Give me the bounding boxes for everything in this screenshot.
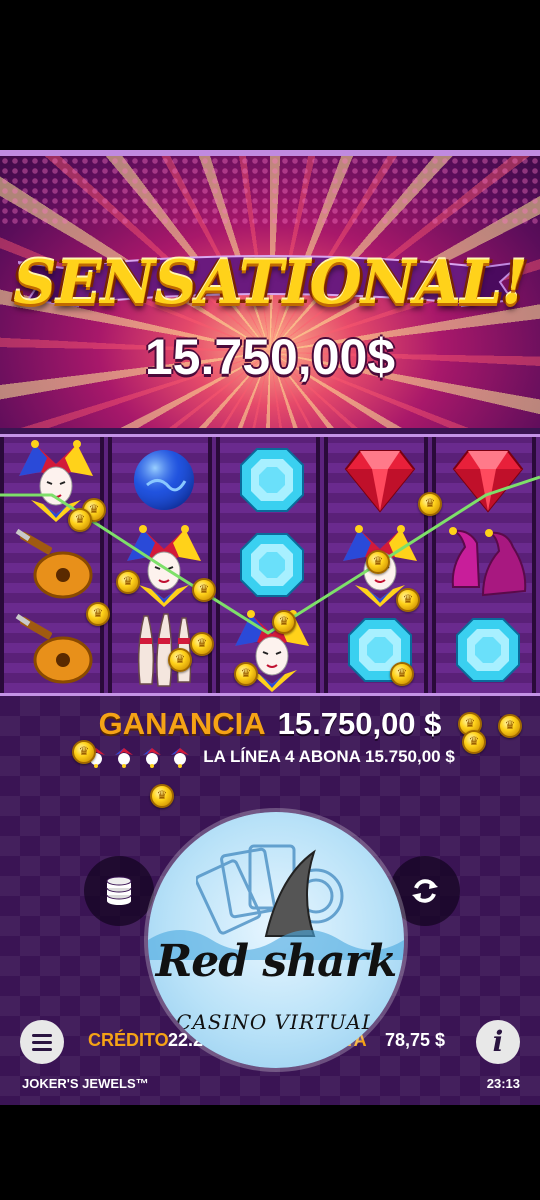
red-gem-icon bbox=[452, 450, 524, 513]
lute-icon bbox=[15, 528, 93, 599]
coin-icon bbox=[396, 588, 420, 612]
win-label: GANANCIA bbox=[98, 706, 266, 741]
bet-settings-button[interactable] bbox=[84, 856, 154, 926]
win-value: 15.750,00 $ bbox=[277, 706, 442, 741]
clock: 23:13 bbox=[486, 1076, 520, 1091]
payline-text: LA LÍNEA 4 ABONA 15.750,00 $ bbox=[203, 747, 455, 766]
mini-joker-icon bbox=[143, 748, 162, 768]
watermark-subtitle: CASINO VIRTUAL bbox=[176, 1010, 376, 1034]
lute-icon bbox=[15, 613, 93, 684]
coin-icon bbox=[498, 714, 522, 738]
coin-icon bbox=[168, 648, 192, 672]
coin-icon bbox=[366, 550, 390, 574]
coin-icon bbox=[190, 632, 214, 656]
watermark-brand: Red shark bbox=[155, 936, 398, 987]
reel-5 bbox=[432, 437, 536, 693]
coin-icon bbox=[68, 508, 92, 532]
reel-grid[interactable] bbox=[0, 434, 540, 696]
coin-icon bbox=[272, 610, 296, 634]
sensational-headline: SENSATIONAL! bbox=[13, 248, 527, 318]
cyan-gem-symbol bbox=[220, 437, 324, 523]
red-gem-icon bbox=[344, 450, 416, 513]
reel-1 bbox=[0, 437, 104, 693]
cyan-gem-symbol bbox=[220, 522, 324, 608]
cyan-gem-icon bbox=[456, 618, 520, 682]
mini-joker-icon bbox=[115, 748, 134, 768]
hamburger-menu-icon bbox=[32, 1047, 52, 1051]
coin-icon bbox=[116, 570, 140, 594]
coin-icon bbox=[192, 578, 216, 602]
hamburger-menu-icon bbox=[32, 1033, 52, 1037]
info-button[interactable]: i bbox=[476, 1020, 520, 1064]
coin-icon bbox=[418, 492, 442, 516]
blue-orb-symbol bbox=[112, 437, 216, 523]
banner-dots bbox=[0, 156, 540, 226]
banner-win-amount: 15.750,00$ bbox=[144, 329, 396, 385]
cyan-gem-symbol bbox=[328, 607, 432, 693]
jester-shoes-symbol bbox=[436, 522, 540, 608]
cyan-gem-icon bbox=[240, 533, 304, 597]
win-banner: SENSATIONAL! 15.750,00$ bbox=[0, 150, 540, 428]
jester-shoes-icon bbox=[449, 527, 527, 597]
red-gem-symbol bbox=[328, 437, 432, 523]
coin-stack-icon bbox=[106, 876, 132, 905]
coin-icon bbox=[150, 784, 174, 808]
red-gem-symbol bbox=[436, 437, 540, 523]
red-shark-watermark: Red shark CASINO VIRTUAL bbox=[148, 812, 404, 1068]
cyan-gem-symbol bbox=[436, 607, 540, 693]
lute-symbol bbox=[4, 522, 108, 608]
coin-icon bbox=[462, 730, 486, 754]
coin-icon bbox=[234, 662, 258, 686]
hamburger-menu-icon bbox=[32, 1040, 52, 1044]
blue-orb-icon bbox=[134, 450, 194, 510]
reel-3 bbox=[216, 437, 320, 693]
game-title: JOKER'S JEWELS™ bbox=[22, 1076, 149, 1091]
coin-icon bbox=[72, 740, 96, 764]
cyan-gem-icon bbox=[240, 448, 304, 512]
autoplay-icon bbox=[412, 879, 438, 903]
coin-icon bbox=[390, 662, 414, 686]
mini-joker-icon bbox=[171, 748, 190, 768]
menu-button[interactable] bbox=[20, 1020, 64, 1064]
coin-icon bbox=[86, 602, 110, 626]
